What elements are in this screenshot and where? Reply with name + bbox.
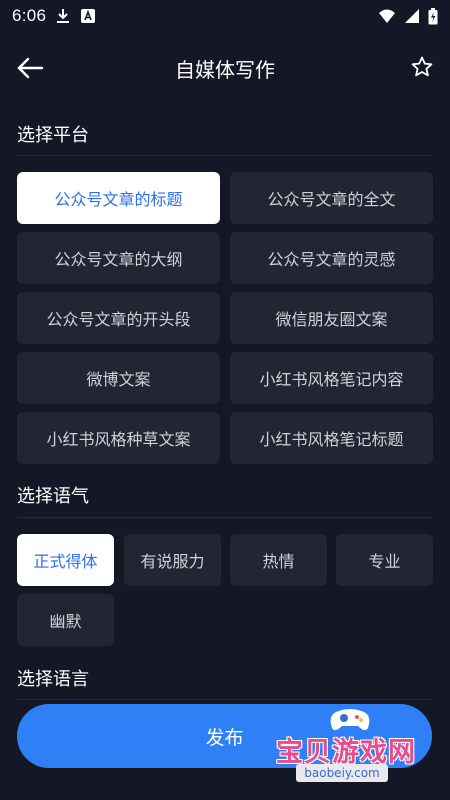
publish-button-label: 发布 bbox=[205, 726, 244, 749]
language-section-title: 选择语言 bbox=[17, 669, 89, 690]
platform-option[interactable]: 公众号文章的标题 bbox=[17, 172, 220, 224]
platform-divider bbox=[17, 155, 432, 156]
status-time: 6:06 bbox=[12, 6, 47, 25]
tone-section-title: 选择语气 bbox=[17, 486, 89, 507]
status-bar: 6:06 bbox=[0, 0, 450, 32]
watermark-logo: 宝贝游戏网 baobeiy.com bbox=[276, 706, 446, 786]
tone-option[interactable]: 热情 bbox=[230, 534, 327, 586]
star-icon[interactable] bbox=[410, 55, 434, 79]
platform-option[interactable]: 公众号文章的大纲 bbox=[17, 232, 220, 284]
signal-icon bbox=[405, 9, 419, 23]
tone-option[interactable]: 有说服力 bbox=[124, 534, 221, 586]
language-divider bbox=[17, 699, 432, 700]
platform-option[interactable]: 公众号文章的开头段 bbox=[17, 292, 220, 344]
tone-option[interactable]: 专业 bbox=[336, 534, 433, 586]
platform-option[interactable]: 小红书风格种草文案 bbox=[17, 412, 220, 464]
platform-option[interactable]: 公众号文章的灵感 bbox=[230, 232, 433, 284]
battery-icon bbox=[428, 7, 438, 24]
wifi-icon bbox=[379, 9, 395, 23]
platform-option[interactable]: 小红书风格笔记标题 bbox=[230, 412, 433, 464]
platform-option[interactable]: 小红书风格笔记内容 bbox=[230, 352, 433, 404]
platform-option[interactable]: 微博文案 bbox=[17, 352, 220, 404]
font-icon bbox=[81, 9, 96, 23]
download-icon bbox=[57, 9, 70, 23]
page-title: 自媒体写作 bbox=[175, 58, 275, 82]
platform-option[interactable]: 公众号文章的全文 bbox=[230, 172, 433, 224]
platform-section-title: 选择平台 bbox=[17, 125, 89, 146]
watermark-url: baobeiy.com bbox=[296, 764, 388, 782]
platform-option[interactable]: 微信朋友圈文案 bbox=[230, 292, 433, 344]
tone-divider bbox=[17, 517, 432, 518]
app-bar: 自媒体写作 bbox=[0, 40, 450, 96]
tone-option[interactable]: 幽默 bbox=[17, 594, 114, 646]
tone-option[interactable]: 正式得体 bbox=[17, 534, 114, 586]
